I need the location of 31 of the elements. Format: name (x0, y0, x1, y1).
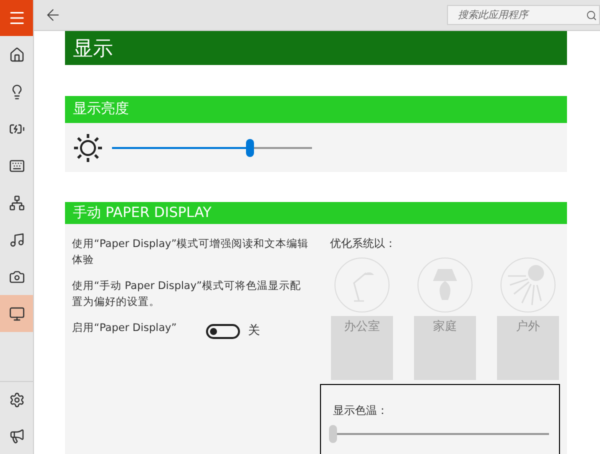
megaphone-icon (8, 428, 24, 444)
sun-icon (500, 256, 556, 312)
search-field[interactable]: 搜索此应用程序 (447, 5, 600, 25)
description-text: 使用“Paper Display”模式可增强阅读和文本编辑体验 (72, 237, 310, 268)
monitor-icon (8, 306, 24, 322)
sun-icon (72, 132, 104, 164)
music-icon (8, 232, 24, 248)
keyboard-icon (8, 158, 24, 174)
desk-lamp-icon (334, 256, 390, 312)
page-title: 显示 (65, 31, 567, 65)
search-input[interactable]: 搜索此应用程序 (458, 8, 586, 22)
section-header: 手动 PAPER DISPLAY (65, 202, 567, 224)
settings-icon (8, 392, 24, 408)
table-lamp-icon (417, 256, 473, 312)
toggle-label: 启用“Paper Display” (72, 321, 178, 336)
network-icon (8, 194, 24, 210)
toggle-state: 关 (248, 322, 260, 338)
search-icon (586, 10, 597, 20)
home-icon (8, 46, 24, 62)
brightness-slider[interactable] (112, 138, 312, 156)
section-header: 显示亮度 (65, 96, 567, 123)
toggle-switch[interactable] (206, 324, 240, 339)
camera-icon (8, 268, 24, 284)
slider-thumb[interactable] (246, 138, 254, 156)
optimize-label: 优化系统以： (330, 236, 397, 252)
description-text: 使用“手动 Paper Display”模式可将色温显示配置为偏好的设置。 (72, 279, 302, 310)
color-temperature-label: 显示色温： (333, 402, 389, 418)
menu-button[interactable] (0, 0, 33, 36)
slider-thumb[interactable] (329, 425, 337, 443)
sidebar-item[interactable] (0, 295, 33, 332)
menu-icon (8, 9, 26, 27)
